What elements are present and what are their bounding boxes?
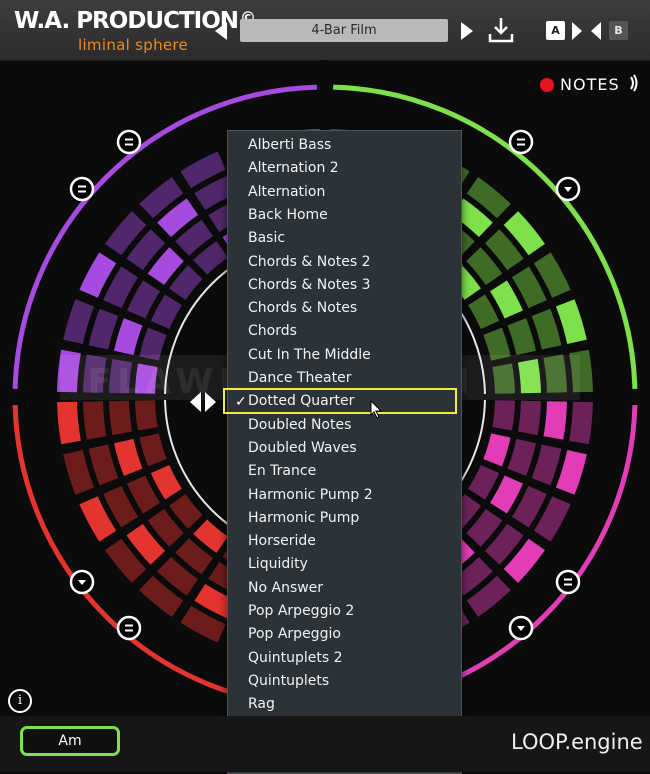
info-icon[interactable]: i	[8, 689, 32, 713]
menu-item-pop-arpeggio-2[interactable]: Pop Arpeggio 2	[248, 603, 354, 619]
triangle-right-icon	[572, 22, 582, 40]
menu-item-doubled-waves[interactable]: Doubled Waves	[248, 440, 357, 456]
triangle-right-icon	[205, 392, 216, 412]
brand-subtitle: liminal sphere	[78, 36, 189, 54]
step-cell-red[interactable]	[113, 438, 143, 476]
step-cell-green[interactable]	[507, 318, 537, 356]
step-cell-purple[interactable]	[63, 299, 95, 344]
record-icon	[540, 78, 554, 92]
menu-item-en-trance[interactable]: En Trance	[248, 463, 316, 479]
menu-item-chords-notes[interactable]: Chords & Notes	[248, 300, 357, 316]
step-cell-pink[interactable]	[569, 401, 593, 445]
step-cell-pink[interactable]	[555, 450, 587, 495]
equal-toggle-icon[interactable]	[508, 129, 534, 155]
menu-item-quintuplets-2[interactable]: Quintuplets 2	[248, 650, 343, 666]
notes-label: NOTES	[560, 75, 620, 94]
pattern-dropdown-menu[interactable]: Alberti Bass Alternation 2 Alternation Back…	[227, 130, 462, 774]
step-cell-purple[interactable]	[88, 308, 119, 350]
notes-toggle[interactable]: NOTES	[540, 74, 638, 94]
mouse-pointer-icon	[370, 400, 383, 419]
step-cell-red[interactable]	[150, 465, 182, 500]
download-icon	[488, 18, 514, 43]
step-cell-green[interactable]	[531, 308, 562, 350]
engine-label: LOOP.engine	[511, 730, 643, 754]
slot-a-button[interactable]: A	[546, 21, 565, 40]
menu-item-pop-arpeggio[interactable]: Pop Arpeggio	[248, 626, 341, 642]
menu-item-harmonic-pump[interactable]: Harmonic Pump	[248, 510, 359, 526]
menu-item-cut-in-the-middle[interactable]: Cut In The Middle	[248, 347, 371, 363]
step-cell-pink[interactable]	[543, 401, 567, 440]
menu-item-liquidity[interactable]: Liquidity	[248, 556, 308, 572]
menu-item-horseride[interactable]: Horseride	[248, 533, 316, 549]
step-cell-pink[interactable]	[483, 433, 511, 467]
pattern-prev-next-control[interactable]	[188, 391, 218, 413]
step-cell-pink[interactable]	[468, 465, 500, 500]
step-cell-red[interactable]	[109, 400, 133, 436]
menu-item-alternation[interactable]: Alternation	[248, 184, 325, 200]
menu-item-alberti-bass[interactable]: Alberti Bass	[248, 137, 331, 153]
menu-item-dance-theater[interactable]: Dance Theater	[248, 370, 351, 386]
equal-toggle-icon[interactable]	[555, 569, 581, 595]
step-cell-red[interactable]	[135, 400, 158, 431]
step-cell-red[interactable]	[63, 450, 95, 495]
dropdown-toggle-icon[interactable]	[555, 176, 581, 202]
previous-preset-button[interactable]	[214, 21, 228, 41]
menu-item-back-home[interactable]: Back Home	[248, 207, 328, 223]
step-cell-purple[interactable]	[150, 294, 182, 329]
selected-item-highlight	[223, 388, 457, 414]
step-cell-red[interactable]	[83, 401, 107, 440]
checkmark-icon: ✓	[235, 394, 247, 410]
menu-item-alternation-2[interactable]: Alternation 2	[248, 160, 339, 176]
step-cell-pink[interactable]	[517, 400, 541, 436]
menu-item-chords[interactable]: Chords	[248, 323, 297, 339]
equal-toggle-icon[interactable]	[69, 176, 95, 202]
equal-toggle-icon[interactable]	[116, 129, 142, 155]
step-cell-red[interactable]	[88, 444, 119, 486]
copy-a-to-b-button[interactable]	[571, 21, 583, 41]
triangle-left-icon	[190, 392, 201, 412]
next-preset-button[interactable]	[460, 21, 474, 41]
step-cell-purple[interactable]	[113, 318, 143, 356]
triangle-left-icon	[591, 22, 601, 40]
triangle-left-icon	[215, 22, 227, 40]
menu-item-quintuplets[interactable]: Quintuplets	[248, 673, 329, 689]
equal-toggle-icon[interactable]	[116, 615, 142, 641]
menu-item-chords-notes-2[interactable]: Chords & Notes 2	[248, 254, 371, 270]
triangle-right-icon	[461, 22, 473, 40]
menu-item-chords-notes-3[interactable]: Chords & Notes 3	[248, 277, 371, 293]
menu-item-doubled-notes[interactable]: Doubled Notes	[248, 417, 351, 433]
menu-item-no-answer[interactable]: No Answer	[248, 580, 323, 596]
step-cell-red[interactable]	[139, 433, 167, 467]
copy-b-to-a-button[interactable]	[590, 21, 602, 41]
menu-item-harmonic-pump-2[interactable]: Harmonic Pump 2	[248, 487, 373, 503]
step-cell-pink[interactable]	[492, 400, 515, 431]
step-cell-pink[interactable]	[507, 438, 537, 476]
step-cell-red[interactable]	[57, 401, 81, 445]
dropdown-toggle-icon[interactable]	[508, 615, 534, 641]
sound-wave-icon	[629, 74, 638, 92]
slot-b-button[interactable]: B	[609, 21, 628, 40]
preset-name-field[interactable]: 4-Bar Film	[240, 19, 448, 42]
step-cell-pink[interactable]	[531, 444, 562, 486]
key-value: Am	[58, 733, 82, 749]
step-cell-green[interactable]	[468, 294, 500, 329]
menu-item-basic[interactable]: Basic	[248, 230, 285, 246]
brand-title: W.A. PRODUCTION	[14, 8, 239, 34]
download-button[interactable]	[488, 16, 514, 44]
dropdown-toggle-icon[interactable]	[69, 569, 95, 595]
menu-item-rag[interactable]: Rag	[248, 696, 275, 712]
step-cell-green[interactable]	[555, 299, 587, 344]
